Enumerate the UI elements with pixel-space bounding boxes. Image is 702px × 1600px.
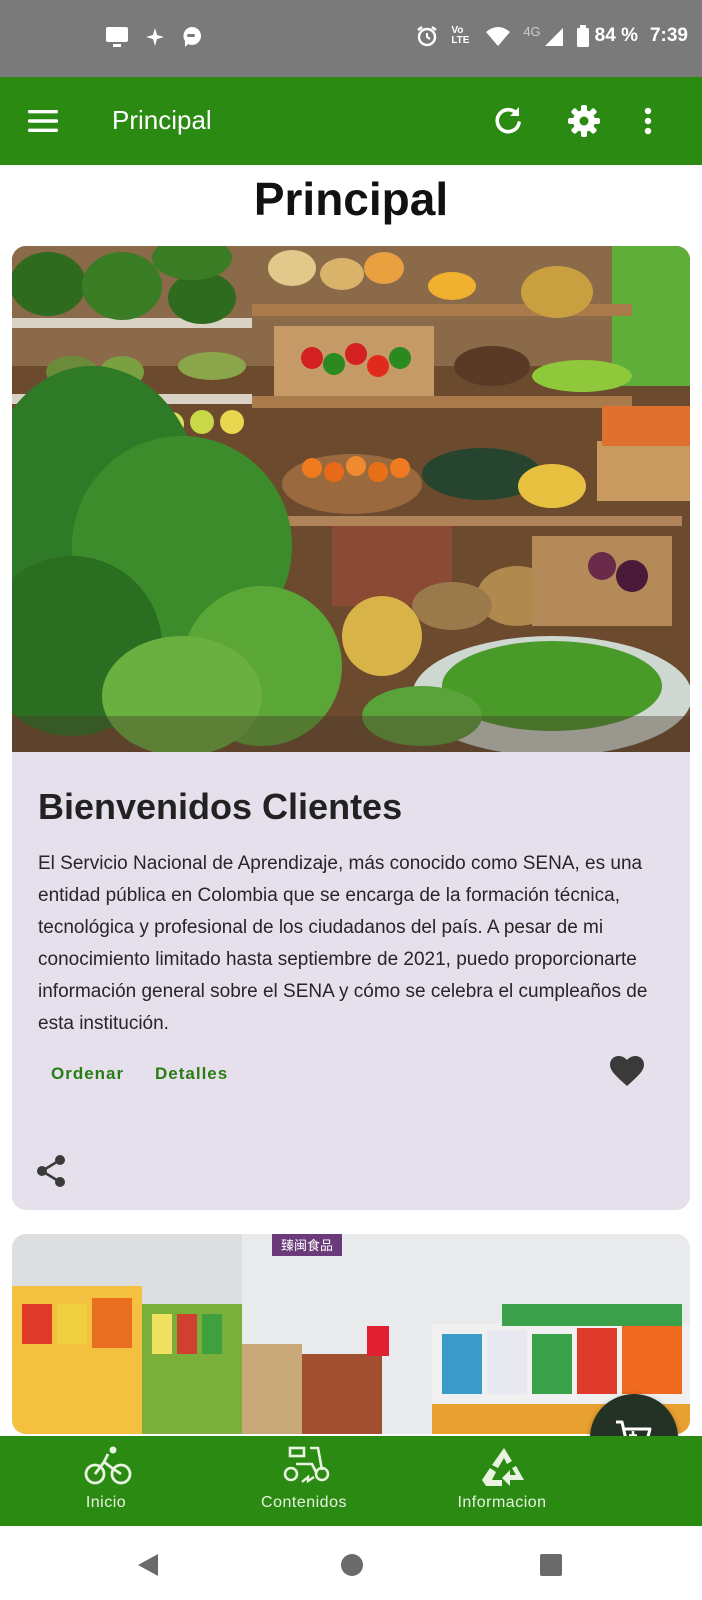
nav-label: Contenidos	[261, 1494, 347, 1511]
order-button[interactable]: Ordenar	[51, 1064, 124, 1084]
nav-item-informacion[interactable]: Informacion	[402, 1436, 602, 1526]
network-type: 4G	[523, 23, 541, 39]
signal-icon	[544, 28, 563, 46]
system-navigation-bar	[0, 1526, 702, 1600]
welcome-card: Bienvenidos Clientes El Servicio Naciona…	[12, 246, 690, 1210]
home-icon[interactable]	[340, 1553, 364, 1577]
wifi-icon	[486, 27, 511, 46]
nav-item-contenidos[interactable]: Contenidos	[204, 1436, 404, 1526]
store-sign-text: 臻闽食品	[281, 1238, 333, 1254]
clock: 7:39	[649, 25, 688, 46]
refresh-icon[interactable]	[490, 103, 526, 139]
app-bar: Principal	[0, 77, 702, 165]
battery-icon	[576, 25, 589, 47]
nav-item-inicio[interactable]: Inicio	[6, 1436, 206, 1526]
card-title: Bienvenidos Clientes	[38, 786, 403, 827]
heart-icon[interactable]	[610, 1056, 644, 1088]
menu-icon[interactable]	[26, 106, 60, 136]
app-bar-title: Principal	[112, 105, 212, 135]
card-body-text: El Servicio Nacional de Aprendizaje, más…	[38, 853, 648, 1034]
nav-label: Inicio	[85, 1494, 127, 1511]
supermarket-aisle-photo: 臻闽食品	[12, 1234, 690, 1434]
details-button[interactable]: Detalles	[155, 1064, 228, 1084]
bottom-navigation: Inicio Contenidos Informacion	[0, 1436, 702, 1526]
recycle-icon	[482, 1448, 524, 1486]
volte-indicator: Vo LTE	[451, 25, 470, 46]
fruit-vegetable-market-photo	[12, 246, 690, 752]
status-bar: Vo LTE 4G 84 % 7:39	[0, 0, 702, 77]
recents-icon[interactable]	[540, 1554, 562, 1576]
alarm-icon	[417, 26, 438, 47]
chat-icon	[183, 26, 202, 47]
scooter-icon	[283, 1446, 330, 1484]
sparkle-icon	[146, 28, 164, 46]
bicycle-icon	[84, 1446, 132, 1485]
status-notification-icons	[104, 24, 202, 50]
settings-icon[interactable]	[566, 103, 602, 139]
page-title: Principal	[253, 173, 449, 225]
nav-label: Informacion	[457, 1494, 547, 1511]
status-system-icons: Vo LTE 4G 84 % 7:39	[415, 24, 688, 48]
back-icon[interactable]	[136, 1552, 160, 1578]
more-vert-icon[interactable]	[640, 103, 656, 139]
share-icon[interactable]	[36, 1154, 66, 1188]
screen-icon	[106, 27, 128, 47]
store-card: 臻闽食品	[12, 1234, 690, 1434]
battery-percent: 84 %	[594, 25, 638, 46]
